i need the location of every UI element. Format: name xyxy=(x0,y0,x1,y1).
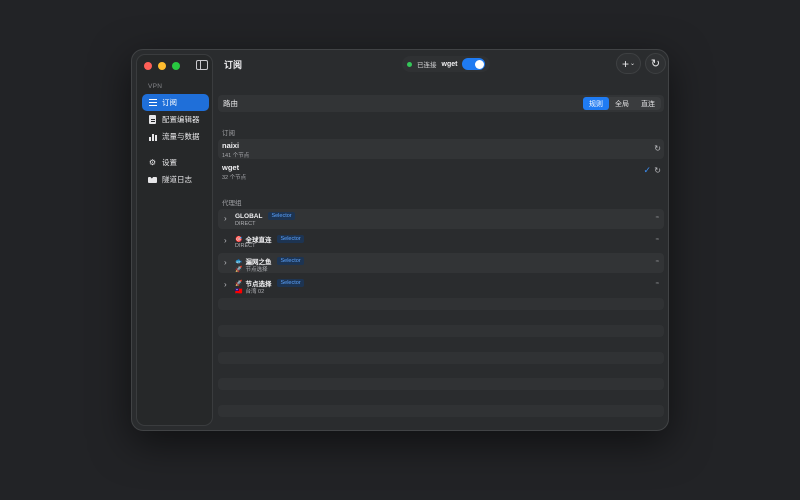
connection-status: 已连接 wget xyxy=(402,56,491,72)
refresh-icon[interactable]: ↻ xyxy=(654,166,661,175)
sidebar-item-label: 隧道日志 xyxy=(162,175,192,184)
close-window-button[interactable] xyxy=(144,62,152,70)
subscription-row[interactable]: wget 32 个节点 ✓ ↻ xyxy=(218,161,664,181)
route-label: 路由 xyxy=(223,99,238,108)
gear-icon: ⚙ xyxy=(148,157,157,167)
latency-test-icon[interactable]: ≈ xyxy=(656,281,659,287)
rocket-emoji-icon: 🚀 xyxy=(235,280,243,287)
chevron-right-icon[interactable]: › xyxy=(224,258,227,267)
proxy-group-current: DIRECT xyxy=(235,221,256,227)
sidebar-toggle-icon[interactable] xyxy=(196,60,208,70)
loading-placeholder-row xyxy=(218,298,664,310)
sidebar-item-label: 流量与数据 xyxy=(162,132,200,141)
list-icon xyxy=(148,99,157,106)
checkmark-icon: ✓ xyxy=(643,165,651,175)
chevron-right-icon[interactable]: › xyxy=(224,280,227,289)
sidebar-section-label: VPN xyxy=(148,83,163,90)
subscription-name: wget xyxy=(222,163,240,172)
proxy-group-type-badge: Selector xyxy=(277,279,304,287)
proxy-group-type-badge: Selector xyxy=(268,212,295,220)
zoom-window-button[interactable] xyxy=(172,62,180,70)
sidebar-item-label: 订阅 xyxy=(162,98,177,107)
document-icon xyxy=(148,115,157,124)
sidebar-item-label: 配置编辑器 xyxy=(162,115,200,124)
loading-placeholder-row xyxy=(218,405,664,417)
proxy-group-row[interactable]: › 🐟 漏网之鱼 Selector 🚀 节点选择 ≈ xyxy=(218,253,664,273)
bar-chart-icon xyxy=(148,133,157,141)
proxy-group-row[interactable]: › 🚀 节点选择 Selector 🇹🇼 台湾 02 ≈ xyxy=(218,275,664,295)
loading-placeholder-row xyxy=(218,378,664,390)
proxy-group-row[interactable]: › GLOBAL Selector DIRECT ≈ xyxy=(218,209,664,229)
status-text: 已连接 xyxy=(417,62,437,69)
add-subscription-button[interactable]: + ⌄ xyxy=(616,53,641,74)
proxy-group-type-badge: Selector xyxy=(277,235,304,243)
latency-test-icon[interactable]: ≈ xyxy=(656,237,659,243)
page-title: 订阅 xyxy=(224,60,243,70)
refresh-icon[interactable]: ↻ xyxy=(654,144,661,153)
subscription-name: naixi xyxy=(222,141,240,150)
refresh-icon: ↻ xyxy=(650,58,661,70)
proxy-group-current-name: 台湾 02 xyxy=(245,289,265,295)
proxy-group-current-name: 节点选择 xyxy=(245,267,268,273)
rocket-emoji-icon: 🚀 xyxy=(235,266,243,273)
sidebar: VPN 订阅 配置编辑器 流量与数据 ⚙ 设置 隧道日志 xyxy=(136,54,213,426)
minimize-window-button[interactable] xyxy=(158,62,166,70)
taiwan-flag-icon: 🇹🇼 xyxy=(235,288,243,295)
route-mode-segmented-control: 规则 全局 直连 xyxy=(583,97,661,110)
latency-test-icon[interactable]: ≈ xyxy=(656,259,659,265)
sidebar-item-config-editor[interactable]: 配置编辑器 xyxy=(142,111,209,128)
chevron-down-icon: ⌄ xyxy=(629,61,636,67)
connected-dot-icon xyxy=(407,61,412,67)
route-mode-rule[interactable]: 规则 xyxy=(583,97,609,110)
subscription-node-count: 141 个节点 xyxy=(222,153,250,159)
route-mode-bar: 路由 规则 全局 直连 xyxy=(218,95,664,112)
proxy-group-current: 🇹🇼 台湾 02 xyxy=(235,287,265,296)
subscription-node-count: 32 个节点 xyxy=(222,175,247,181)
proxy-group-current: 🚀 节点选择 xyxy=(235,265,268,274)
chevron-right-icon[interactable]: › xyxy=(224,236,227,245)
loading-placeholder-row xyxy=(218,352,664,364)
refresh-button[interactable]: ↻ xyxy=(645,53,666,74)
sidebar-item-label: 设置 xyxy=(162,158,177,167)
subscriptions-heading: 订阅 xyxy=(222,130,235,137)
subscription-row[interactable]: naixi 141 个节点 ↻ xyxy=(218,139,664,159)
latency-test-icon[interactable]: ≈ xyxy=(656,215,659,221)
proxy-group-name: GLOBAL xyxy=(235,212,263,220)
proxy-group-type-badge: Selector xyxy=(277,257,304,265)
proxy-group-current: DIRECT xyxy=(235,243,256,249)
target-emoji-icon: 🎯 xyxy=(235,236,243,243)
plus-icon: + xyxy=(621,56,629,71)
chevron-right-icon[interactable]: › xyxy=(224,214,227,223)
proxy-group-row[interactable]: › 🎯 全球直连 Selector DIRECT ≈ xyxy=(218,231,664,251)
sidebar-item-settings[interactable]: ⚙ 设置 xyxy=(142,154,209,171)
fish-emoji-icon: 🐟 xyxy=(235,258,243,265)
active-profile-name: wget xyxy=(441,60,458,68)
app-window: VPN 订阅 配置编辑器 流量与数据 ⚙ 设置 隧道日志 订阅 已连接 wget… xyxy=(131,49,669,431)
route-mode-direct[interactable]: 直连 xyxy=(635,97,661,110)
envelope-icon xyxy=(148,175,157,184)
proxy-group-title: GLOBAL Selector xyxy=(235,212,295,220)
sidebar-item-subscriptions[interactable]: 订阅 xyxy=(142,94,209,111)
route-mode-global[interactable]: 全局 xyxy=(609,97,635,110)
sidebar-item-tunnel-log[interactable]: 隧道日志 xyxy=(142,171,209,188)
proxy-groups-heading: 代理组 xyxy=(222,200,242,207)
connection-toggle[interactable] xyxy=(462,58,486,70)
sidebar-item-traffic-data[interactable]: 流量与数据 xyxy=(142,128,209,145)
loading-placeholder-row xyxy=(218,325,664,337)
window-controls xyxy=(144,62,180,70)
